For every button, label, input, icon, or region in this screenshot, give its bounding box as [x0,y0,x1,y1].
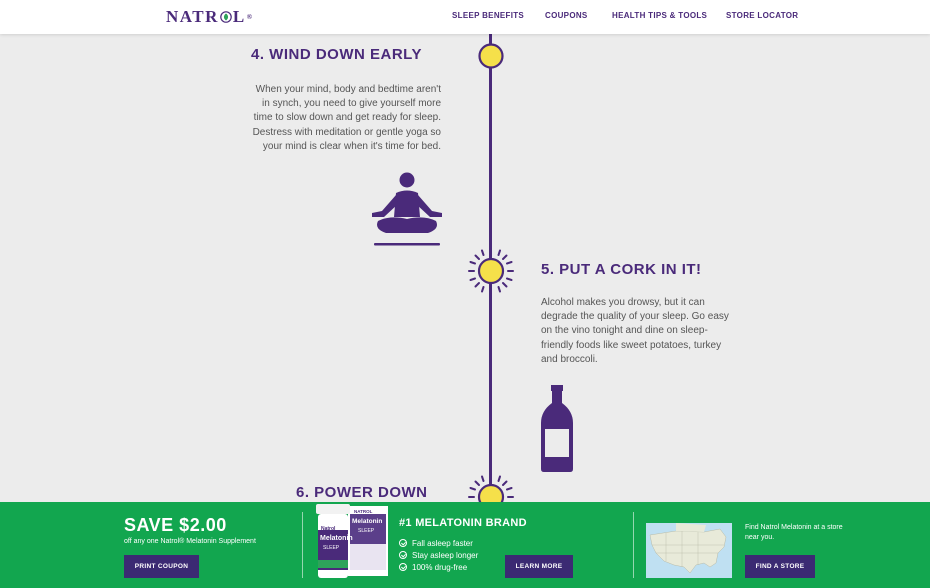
natrol-logo[interactable]: NATR L ® [166,7,254,27]
learn-more-button[interactable]: LEARN MORE [505,555,573,578]
logo-text-left: NATR [166,7,219,26]
step-6-title: 6. POWER DOWN [296,484,428,501]
check-icon [399,551,407,559]
benefit-item: Fall asleep faster [399,537,478,549]
coupon-subtitle: off any one Natrol® Melatonin Supplement [124,538,256,545]
bottle-name: Melatonin [320,535,353,542]
box-brand: NATROL [354,509,373,514]
us-map-graphic [646,523,732,578]
step-5-title: 5. PUT A CORK IN IT! [541,261,702,278]
nav-health-tips-tools[interactable]: HEALTH TIPS & TOOLS [612,11,707,20]
step-4-line: time to slow down and get ready for slee… [253,112,441,124]
registered-mark: ® [246,13,254,21]
meditation-icon [372,172,442,246]
divider [633,512,634,578]
step-5-line: Alcohol makes you drowsy, but it can [541,297,705,308]
us-map-image[interactable] [646,523,732,578]
find-store-text: Find Natrol Melatonin at a store near yo… [745,524,843,541]
sun-icon [478,43,504,69]
step-4-body: When your mind, body and bedtime aren't … [190,83,441,154]
box-name: Melatonin [352,518,383,525]
nav-coupons[interactable]: COUPONS [545,11,588,20]
benefit-list: Fall asleep faster Stay asleep longer 10… [399,537,478,573]
step-5-line: and broccoli. [541,353,598,365]
step-4-line: your mind is clear when it's time for be… [262,140,441,152]
step-5-line: on the vino tonight and dine on sleep- [541,325,708,337]
benefit-text: 100% drug-free [412,562,468,572]
wine-bottle-icon [541,385,573,472]
check-icon [399,563,407,571]
step-4-line: in synch, you need to give yourself more [262,98,441,110]
box-sub: SLEEP [358,528,375,534]
coupon-title: SAVE $2.00 [124,515,227,535]
benefit-text: Stay asleep longer [412,550,479,560]
logo-text-right: L [232,7,246,26]
step-4-line: When your mind, body and bedtime aren't [255,84,441,95]
benefit-item: 100% drug-free [399,561,478,573]
print-coupon-button[interactable]: PRINT COUPON [124,555,199,578]
step-5-body: Alcohol makes you drowsy, but it can deg… [541,296,781,367]
find-a-store-button[interactable]: FIND A STORE [745,555,815,578]
site-header: NATR L ® SLEEP BENEFITS COUPONS HEALTH T… [0,0,930,34]
promo-footer: SAVE $2.00 off any one Natrol® Melatonin… [0,502,930,588]
bottle-sub: SLEEP [323,545,340,551]
sun-rays-icon [468,248,514,294]
nav-store-locator[interactable]: STORE LOCATOR [726,11,798,20]
step-4-title: 4. WIND DOWN EARLY [251,46,422,63]
check-icon [399,539,407,547]
step-4-line: Destress with meditation or gentle yoga … [252,126,441,138]
benefit-item: Stay asleep longer [399,549,478,561]
bottle-brand: Natrol [321,526,336,532]
step-5-line: degrade the quality of your sleep. Go ea… [541,311,729,323]
benefit-text: Fall asleep faster [412,538,473,548]
brand-title: #1 MELATONIN BRAND [399,517,527,529]
divider [302,512,303,578]
step-5-line: friendly foods like sweet potatoes, turk… [541,339,722,351]
leaf-o-icon [220,11,232,23]
nav-sleep-benefits[interactable]: SLEEP BENEFITS [452,11,524,20]
